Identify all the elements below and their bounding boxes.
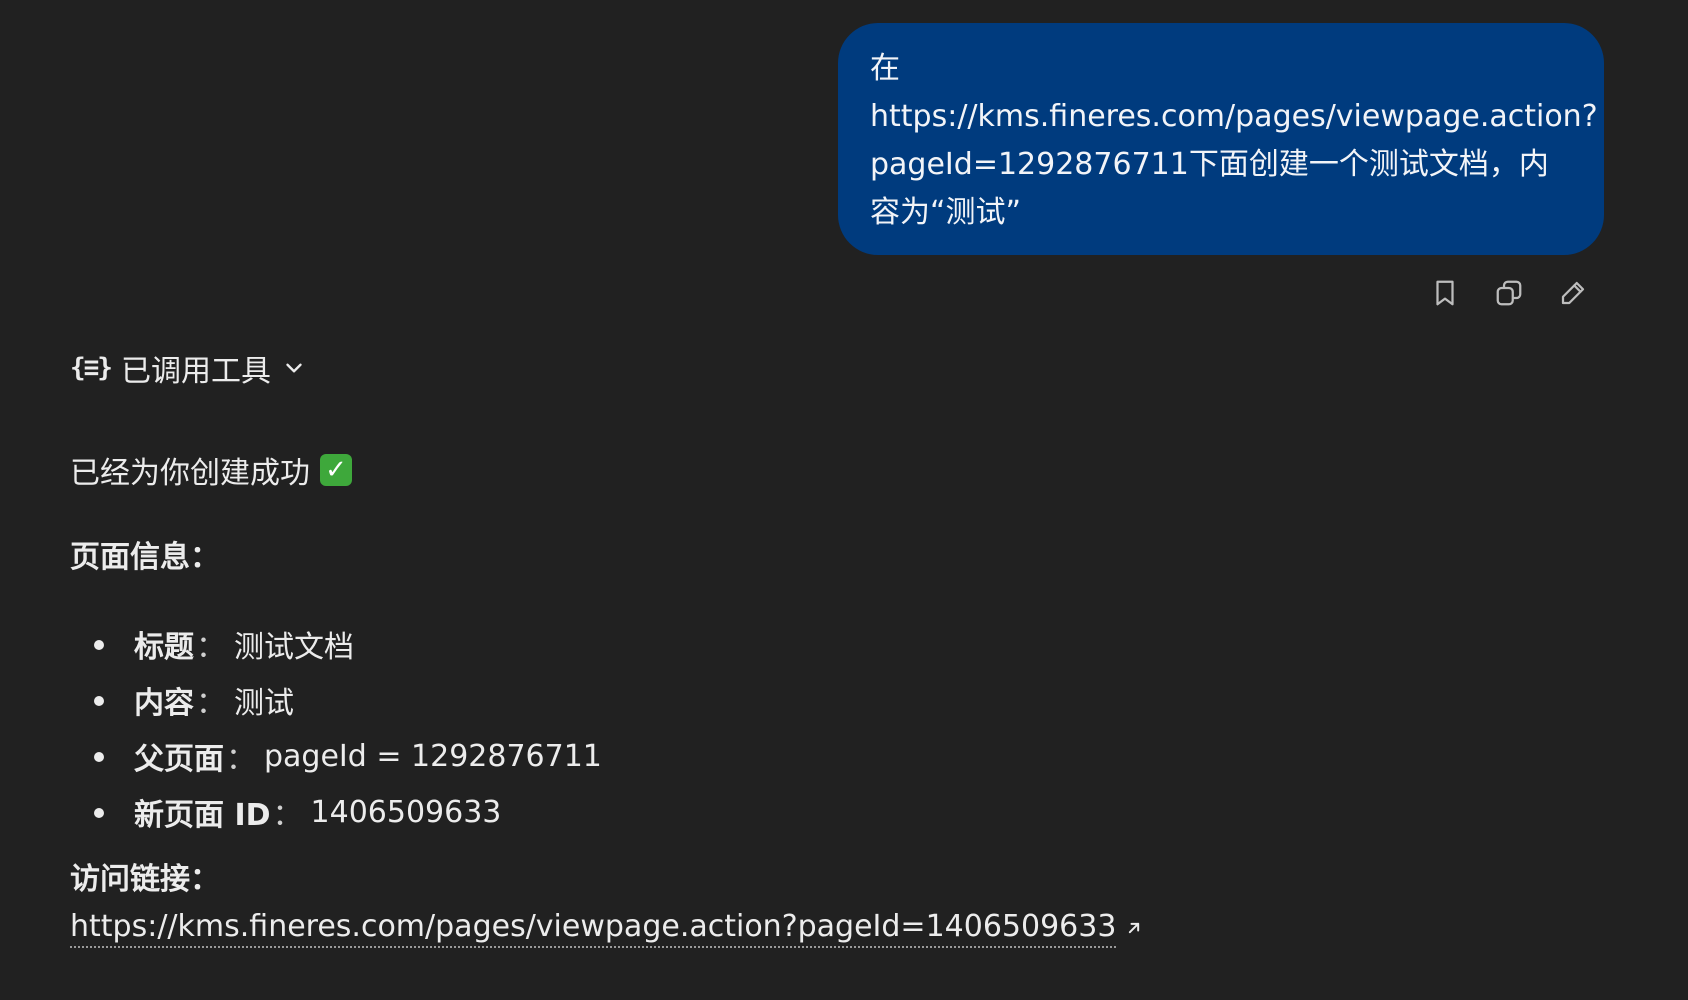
success-line: 已经为你创建成功 ✓ xyxy=(70,448,1144,492)
pencil-icon xyxy=(1561,281,1585,305)
page-info-title: 页面信息： xyxy=(70,540,220,575)
item-key: 内容 xyxy=(134,686,194,721)
access-link-row: https://kms.fineres.com/pages/viewpage.a… xyxy=(70,906,1144,950)
page-info-list: 标题 ： 测试文档 内容 ： 测试 父页面 ： pageId = 1292876… xyxy=(70,616,1144,840)
item-separator: ： xyxy=(196,686,226,721)
tools-called-toggle[interactable]: {≡} 已调用工具 xyxy=(70,346,307,390)
copy-button[interactable] xyxy=(1492,276,1526,310)
item-separator: ： xyxy=(272,798,303,833)
bullet-icon xyxy=(94,696,104,706)
edit-button[interactable] xyxy=(1556,276,1590,310)
bullet-icon xyxy=(94,808,104,818)
user-message-line: https://kms.fineres.com/pages/viewpage.a… xyxy=(870,99,1598,134)
item-value: 1406509633 xyxy=(310,794,502,830)
list-item: 内容 ： 测试 xyxy=(70,672,1144,728)
bullet-icon xyxy=(94,640,104,650)
chat-page: 在 https://kms.fineres.com/pages/viewpage… xyxy=(0,0,1688,1000)
assistant-answer: 已经为你创建成功 ✓ 页面信息： 标题 ： 测试文档 内容 ： 测试 父页面 ：… xyxy=(70,448,1144,950)
item-separator: ： xyxy=(226,742,256,777)
list-item: 新页面 ID ： 1406509633 xyxy=(70,784,1144,840)
user-message-line: pageId=1292876711下面创建一个测试文档，内 xyxy=(870,147,1549,182)
bullet-icon xyxy=(94,752,104,762)
external-link-arrow-icon[interactable] xyxy=(1124,918,1144,938)
copy-icon xyxy=(1496,280,1522,306)
check-mark-icon: ✓ xyxy=(320,454,352,486)
access-link-title: 访问链接： xyxy=(70,862,220,897)
item-value: pageId = 1292876711 xyxy=(264,738,602,774)
item-key: 父页面 xyxy=(134,742,224,777)
new-page-link[interactable]: https://kms.fineres.com/pages/viewpage.a… xyxy=(70,908,1117,948)
success-text: 已经为你创建成功 xyxy=(70,456,310,491)
item-key: 标题 xyxy=(134,630,194,665)
item-value: 测试 xyxy=(234,686,294,721)
user-message-bubble: 在 https://kms.fineres.com/pages/viewpage… xyxy=(838,23,1604,255)
item-key: 新页面 ID xyxy=(134,798,271,833)
bookmark-icon xyxy=(1436,280,1454,306)
user-message-line: 容为“测试” xyxy=(870,195,1022,230)
item-separator: ： xyxy=(196,630,226,665)
message-actions xyxy=(1428,276,1590,310)
list-item: 父页面 ： pageId = 1292876711 xyxy=(70,728,1144,784)
list-item: 标题 ： 测试文档 xyxy=(70,616,1144,672)
item-value: 测试文档 xyxy=(234,630,354,665)
tools-label: 已调用工具 xyxy=(120,354,271,389)
bookmark-button[interactable] xyxy=(1428,276,1462,310)
user-message-line: 在 xyxy=(870,51,900,86)
chevron-down-icon xyxy=(286,363,302,373)
tools-icon: {≡} xyxy=(70,353,113,383)
